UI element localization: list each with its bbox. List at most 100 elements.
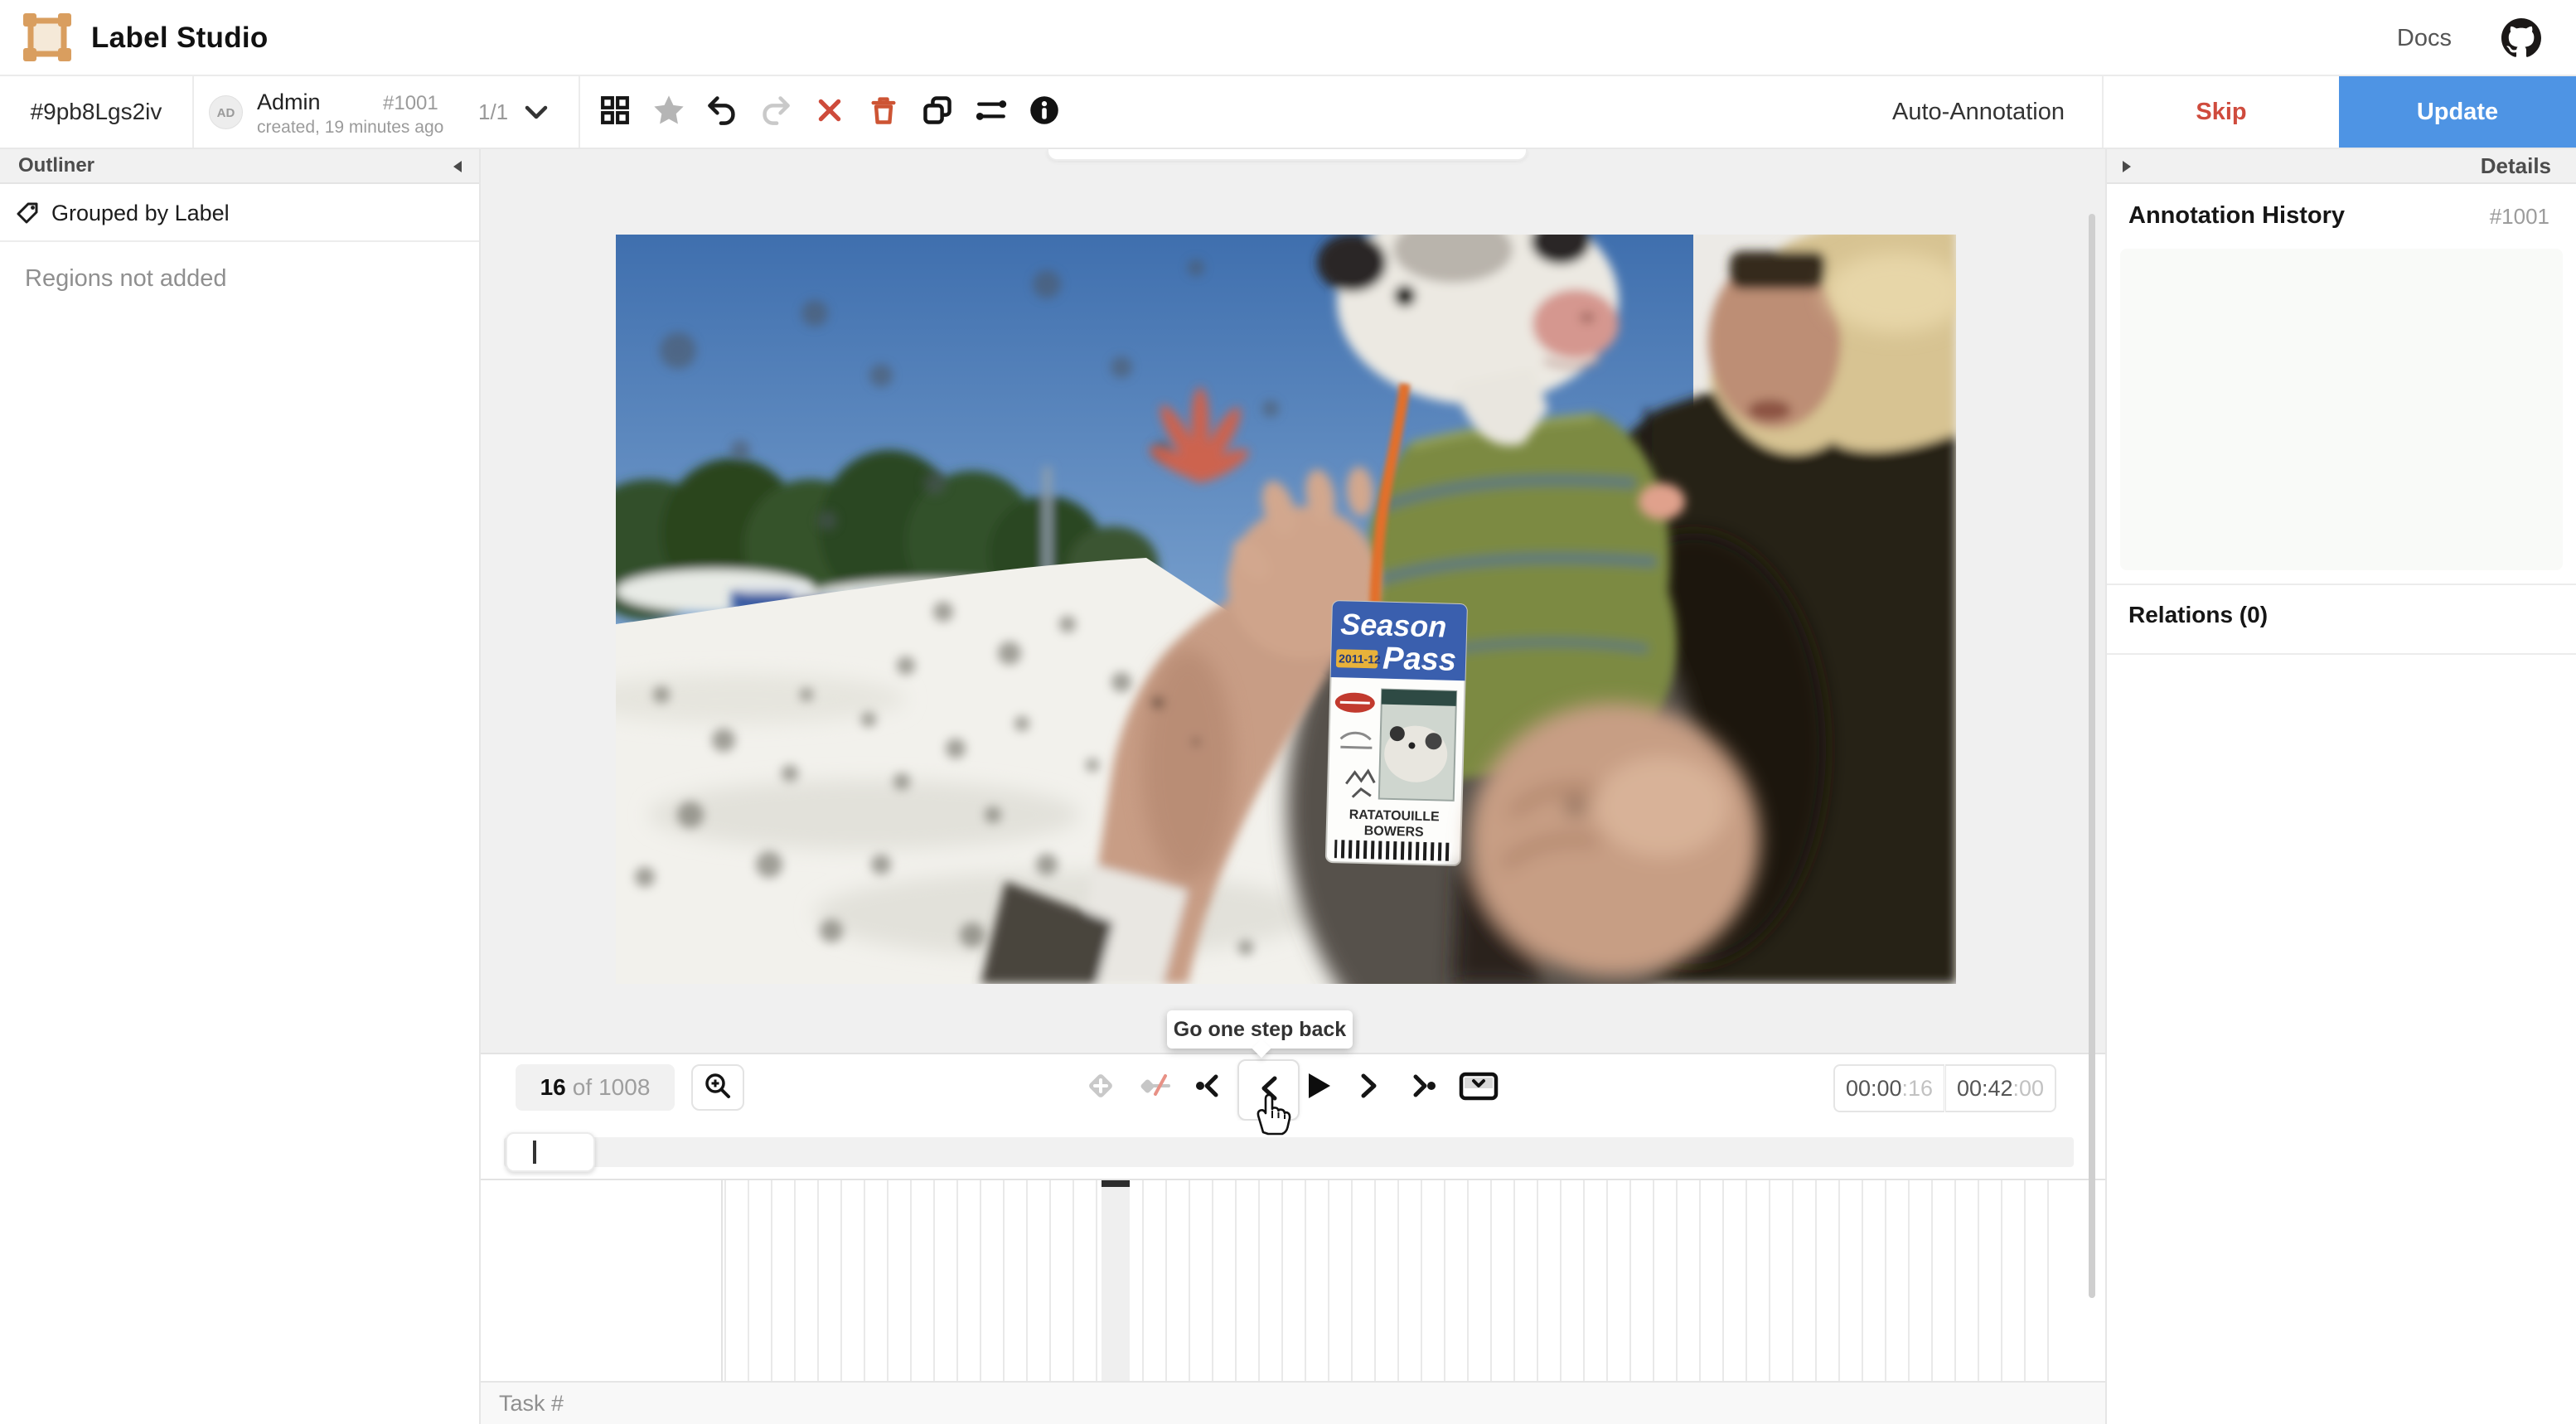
zoom-in-button[interactable] (691, 1064, 744, 1111)
chevron-right-icon (1355, 1070, 1383, 1106)
annotation-created: created, 19 minutes ago (257, 118, 443, 138)
annotation-history-id: #1001 (2490, 204, 2549, 230)
collapse-right-icon[interactable] (2118, 159, 2133, 174)
reject-button[interactable] (810, 92, 850, 132)
timeline-collapse-icon (1458, 1068, 1499, 1107)
info-button[interactable] (1024, 92, 1064, 132)
timeline-playhead-column[interactable] (1102, 1187, 1130, 1381)
chevron-left-icon (1255, 1073, 1283, 1108)
outliner-header: Outliner (0, 149, 479, 184)
keyframe-add-icon (1084, 1069, 1117, 1107)
docs-link[interactable]: Docs (2397, 0, 2452, 76)
relations-title: Relations (0) (2128, 602, 2268, 628)
frame-total: 1008 (598, 1074, 650, 1101)
redo-button[interactable] (756, 92, 796, 132)
seek-handle[interactable] (506, 1132, 595, 1172)
duplicate-button[interactable] (918, 92, 957, 132)
github-icon[interactable] (2501, 18, 2541, 58)
annotation-history-empty-box (2120, 249, 2563, 570)
chevron-down-icon[interactable] (524, 104, 549, 121)
step-back-button[interactable] (1237, 1059, 1300, 1121)
next-keyframe-icon (1407, 1070, 1439, 1106)
label-studio-app: { "app": { "title": "Label Studio", "doc… (0, 0, 2576, 1424)
tooltip-text: Go one step back (1174, 1018, 1346, 1041)
seek-position-marker (533, 1141, 536, 1164)
grid-view-button[interactable] (595, 92, 635, 132)
undo-icon (706, 94, 738, 130)
close-icon (815, 95, 845, 129)
next-keyframe-button[interactable] (1405, 1069, 1441, 1106)
play-button[interactable] (1299, 1069, 1335, 1106)
video-player[interactable]: Season Pass 2011-12 RATATOUILLE BOWERS (616, 235, 1956, 984)
toolbar-divider (192, 76, 194, 148)
interpolation-toggle-button[interactable] (1137, 1069, 1174, 1106)
sliders-icon (976, 94, 1007, 130)
frame-current: 16 (540, 1074, 566, 1101)
toolbar-divider (579, 76, 580, 148)
app-header: Label Studio Docs (0, 0, 2576, 76)
frame-counter-input[interactable]: 16 of 1008 (516, 1064, 675, 1111)
timeline-collapse-button[interactable] (1457, 1069, 1500, 1106)
badge-name-line1: RATATOUILLE (1349, 808, 1441, 825)
timeline-frames-area[interactable] (724, 1180, 2070, 1381)
annotator-avatar[interactable]: AD (209, 95, 243, 129)
keyframe-add-button[interactable] (1082, 1069, 1119, 1106)
current-time: 00:00 (1846, 1076, 1902, 1102)
delete-button[interactable] (864, 92, 903, 132)
annotation-history-title: Annotation History (2128, 202, 2345, 230)
player-controls: 16 of 1008 (481, 1054, 2105, 1121)
redo-icon (760, 94, 792, 130)
frame-of-label: of (573, 1074, 592, 1101)
divider (2107, 584, 2576, 585)
vertical-scrollbar[interactable] (2089, 214, 2095, 1298)
details-header: Details (2107, 149, 2576, 184)
seek-row (481, 1121, 2105, 1179)
divider (2107, 653, 2576, 655)
timeline-label-column (481, 1180, 723, 1381)
timeline-playhead-handle[interactable] (1102, 1180, 1130, 1187)
star-button[interactable] (649, 92, 689, 132)
current-time-frames: :16 (1902, 1076, 1934, 1102)
badge-pass-text: Pass (1382, 642, 1457, 678)
badge-name-line2: BOWERS (1364, 824, 1425, 840)
task-id: #9pb8Lgs2iv (0, 76, 192, 148)
annotation-id: #1001 (383, 92, 438, 115)
app-title: Label Studio (91, 0, 269, 76)
skip-button[interactable]: Skip (2104, 76, 2339, 148)
details-title: Details (2481, 149, 2551, 182)
label-studio-logo-icon[interactable] (23, 13, 71, 61)
video-stage: Season Pass 2011-12 RATATOUILLE BOWERS (481, 149, 2105, 1054)
update-button[interactable]: Update (2339, 76, 2576, 148)
task-footer: Task # (481, 1381, 2105, 1424)
prev-keyframe-icon (1193, 1070, 1224, 1106)
undo-button[interactable] (702, 92, 742, 132)
group-by-label-text: Grouped by Label (51, 184, 230, 242)
settings-button[interactable] (971, 92, 1011, 132)
step-forward-button[interactable] (1351, 1069, 1387, 1106)
duplicate-icon (922, 94, 953, 130)
task-number-label: Task # (499, 1383, 564, 1424)
annotator-name: Admin (257, 90, 321, 115)
badge-year-text: 2011-12 (1339, 651, 1381, 666)
main-content: Season Pass 2011-12 RATATOUILLE BOWERS (481, 149, 2105, 1424)
trash-icon (868, 94, 899, 130)
total-time: 00:42 (1957, 1076, 2013, 1102)
zoom-in-icon (703, 1071, 733, 1105)
prev-keyframe-button[interactable] (1190, 1069, 1227, 1106)
timeline (481, 1179, 2105, 1381)
annotation-toolbar: #9pb8Lgs2iv AD Admin #1001 created, 19 m… (0, 76, 2576, 149)
collapse-left-icon[interactable] (451, 159, 466, 174)
group-by-label-selector[interactable]: Grouped by Label (0, 184, 479, 242)
seek-track[interactable] (504, 1137, 2074, 1167)
total-time-input[interactable]: 00:42:00 (1945, 1064, 2056, 1112)
current-time-input[interactable]: 00:00:16 (1833, 1064, 1944, 1112)
details-panel: Details Annotation History #1001 Relatio… (2105, 149, 2576, 1424)
outliner-title: Outliner (18, 149, 94, 182)
auto-annotation-label: Auto-Annotation (1892, 76, 2065, 148)
star-icon (652, 94, 685, 131)
grid-icon (600, 95, 630, 129)
floating-panel-edge (1047, 149, 1528, 161)
tooltip-go-one-step-back: Go one step back (1167, 1010, 1353, 1049)
regions-empty-message: Regions not added (25, 265, 226, 293)
total-time-frames: :00 (2013, 1076, 2045, 1102)
